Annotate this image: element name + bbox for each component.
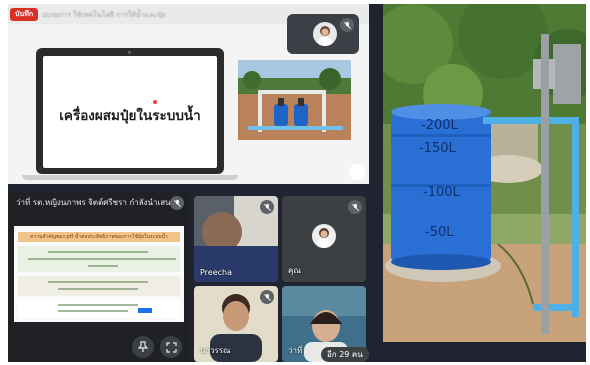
presentation-indicator-icon[interactable] bbox=[349, 164, 365, 180]
recording-badge: บันทึก bbox=[10, 8, 39, 21]
participant-avatar bbox=[312, 224, 336, 248]
mic-off-icon bbox=[340, 18, 354, 32]
svg-text:-50L: -50L bbox=[425, 225, 454, 240]
slide-photo-fertilizer-mixer bbox=[238, 60, 351, 140]
slide-heading: เครื่องผสมปุ๋ยในระบบน้ำ bbox=[59, 108, 201, 124]
participant-tile-self[interactable]: คุณ bbox=[282, 196, 366, 282]
mic-off-icon bbox=[260, 200, 274, 214]
slide-laptop-frame: เครื่องผสมปุ๋ยในระบบน้ำ bbox=[36, 48, 224, 174]
slide-screen: เครื่องผสมปุ๋ยในระบบน้ำ bbox=[43, 56, 217, 168]
laptop-base bbox=[22, 175, 238, 180]
presenter-self-view[interactable] bbox=[287, 14, 359, 54]
doc-block bbox=[18, 246, 180, 272]
presentation-tile[interactable]: บันทึก อบรมการ ใช้เทคโนโลยี การให้น้ำและ… bbox=[8, 4, 369, 184]
doc-heading: ความสำคัญของ pH น้ำต่อประสิทธิภาพของการใ… bbox=[18, 232, 180, 242]
mic-off-icon bbox=[260, 290, 274, 304]
svg-text:-150L: -150L bbox=[419, 141, 457, 156]
laser-pointer bbox=[153, 100, 157, 104]
fullscreen-icon[interactable] bbox=[160, 336, 182, 358]
meeting-title: อบรมการ ใช้เทคโนโลยี การให้น้ำและปุ๋ย bbox=[42, 11, 166, 19]
participant-name: ว่าที่ bbox=[288, 346, 303, 355]
meeting-stage: บันทึก อบรมการ ใช้เทคโนโลยี การให้น้ำและ… bbox=[8, 4, 586, 362]
more-participants-count[interactable]: อีก 29 คน bbox=[321, 347, 369, 362]
participant-tile[interactable]: นาวรรณ bbox=[194, 286, 278, 362]
participant-name: นาวรรณ bbox=[200, 346, 231, 355]
doc-block bbox=[18, 276, 180, 296]
participant-name: คุณ bbox=[288, 266, 301, 275]
mic-off-icon bbox=[170, 196, 184, 210]
shared-document: ความสำคัญของ pH น้ำต่อประสิทธิภาพของการใ… bbox=[14, 226, 184, 322]
laptop-camera bbox=[128, 51, 131, 54]
presenter-avatar bbox=[313, 22, 337, 46]
pin-icon[interactable] bbox=[132, 336, 154, 358]
screen-share-tile[interactable]: ว่าที่ รต.หญิงนภาพร จิตต์ศรีชรา กำลังนำเ… bbox=[8, 192, 190, 362]
svg-text:-200L: -200L bbox=[421, 118, 459, 133]
pump-barrel-photo: -200L -150L -100L -50L bbox=[383, 4, 586, 342]
participant-name: Preecha bbox=[200, 268, 233, 277]
presenter-label: ว่าที่ รต.หญิงนภาพร จิตต์ศรีชรา กำลังนำเ… bbox=[16, 198, 176, 207]
doc-block bbox=[18, 300, 180, 318]
participant-tile[interactable]: Preecha bbox=[194, 196, 278, 282]
mic-off-icon bbox=[348, 200, 362, 214]
svg-text:-100L: -100L bbox=[423, 185, 461, 200]
